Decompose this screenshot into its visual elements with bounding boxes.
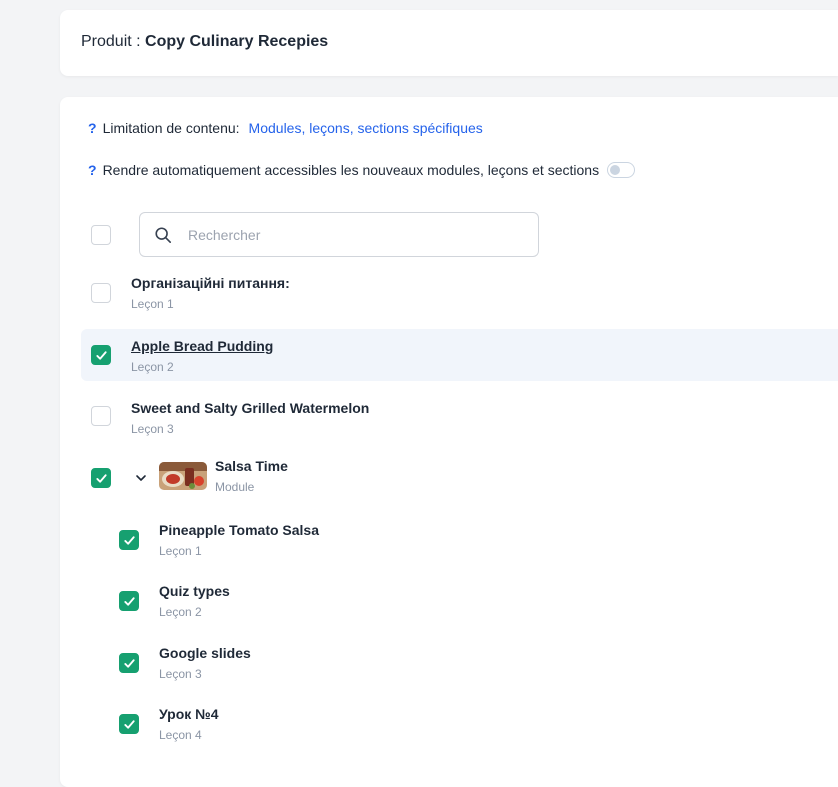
salsa-image-icon xyxy=(159,462,207,490)
item-title[interactable]: Pineapple Tomato Salsa xyxy=(159,522,319,538)
child-list-item: Google slides Leçon 3 xyxy=(81,637,838,689)
item-type: Leçon 1 xyxy=(159,544,202,558)
child-list-item: Quiz types Leçon 2 xyxy=(81,575,838,627)
item-checkbox[interactable] xyxy=(119,530,139,550)
module-thumbnail xyxy=(159,462,207,490)
select-all-checkbox[interactable] xyxy=(91,225,111,245)
auto-access-row: ? Rendre automatiquement accessibles les… xyxy=(88,162,636,178)
item-title[interactable]: Урок №4 xyxy=(159,706,219,722)
item-type: Leçon 4 xyxy=(159,728,202,742)
auto-access-label: Rendre automatiquement accessibles les n… xyxy=(102,162,600,178)
page-title: Produit : Copy Culinary Recepies xyxy=(81,33,328,51)
item-type: Leçon 1 xyxy=(131,297,174,311)
item-checkbox[interactable] xyxy=(91,345,111,365)
item-title[interactable]: Sweet and Salty Grilled Watermelon xyxy=(131,400,369,416)
check-icon xyxy=(123,535,135,545)
item-checkbox[interactable] xyxy=(119,714,139,734)
content-access-card: ? Limitation de contenu: Modules, leçons… xyxy=(60,97,838,787)
module-item: Salsa Time Module xyxy=(81,452,838,504)
auto-access-toggle[interactable] xyxy=(607,162,636,178)
search-box xyxy=(139,212,539,257)
item-type: Leçon 2 xyxy=(159,605,202,619)
check-icon xyxy=(123,658,135,668)
item-checkbox[interactable] xyxy=(119,591,139,611)
module-checkbox[interactable] xyxy=(91,468,111,488)
help-icon[interactable]: ? xyxy=(88,162,97,178)
item-title[interactable]: Організаційні питання: xyxy=(131,275,290,291)
list-item: Організаційні питання: Leçon 1 xyxy=(81,267,838,319)
item-checkbox[interactable] xyxy=(91,406,111,426)
product-name: Copy Culinary Recepies xyxy=(145,33,329,50)
content-limitation-row: ? Limitation de contenu: Modules, leçons… xyxy=(88,120,483,136)
item-checkbox[interactable] xyxy=(91,283,111,303)
item-title[interactable]: Google slides xyxy=(159,645,251,661)
item-type: Leçon 3 xyxy=(131,422,174,436)
list-item: Sweet and Salty Grilled Watermelon Leçon… xyxy=(81,391,838,443)
search-icon xyxy=(155,226,172,243)
product-header-card: Produit : Copy Culinary Recepies xyxy=(60,10,838,76)
product-prefix: Produit : xyxy=(81,33,146,50)
check-icon xyxy=(123,596,135,606)
module-type: Module xyxy=(215,480,255,494)
chevron-down-icon[interactable] xyxy=(134,471,148,485)
item-checkbox[interactable] xyxy=(119,653,139,673)
check-icon xyxy=(123,719,135,729)
toggle-knob xyxy=(610,165,621,175)
content-limitation-link[interactable]: Modules, leçons, sections spécifiques xyxy=(249,120,483,136)
child-list-item: Pineapple Tomato Salsa Leçon 1 xyxy=(81,514,838,566)
search-input[interactable] xyxy=(188,226,508,243)
module-title[interactable]: Salsa Time xyxy=(215,458,288,474)
list-item: Apple Bread Pudding Leçon 2 xyxy=(81,329,838,381)
check-icon xyxy=(95,350,107,360)
child-list-item: Урок №4 Leçon 4 xyxy=(81,698,838,750)
item-title[interactable]: Quiz types xyxy=(159,583,230,599)
item-type: Leçon 2 xyxy=(131,360,174,374)
check-icon xyxy=(95,473,107,483)
item-title[interactable]: Apple Bread Pudding xyxy=(131,338,273,354)
help-icon[interactable]: ? xyxy=(88,120,97,136)
item-type: Leçon 3 xyxy=(159,667,202,681)
content-limitation-label: Limitation de contenu: xyxy=(102,120,240,136)
